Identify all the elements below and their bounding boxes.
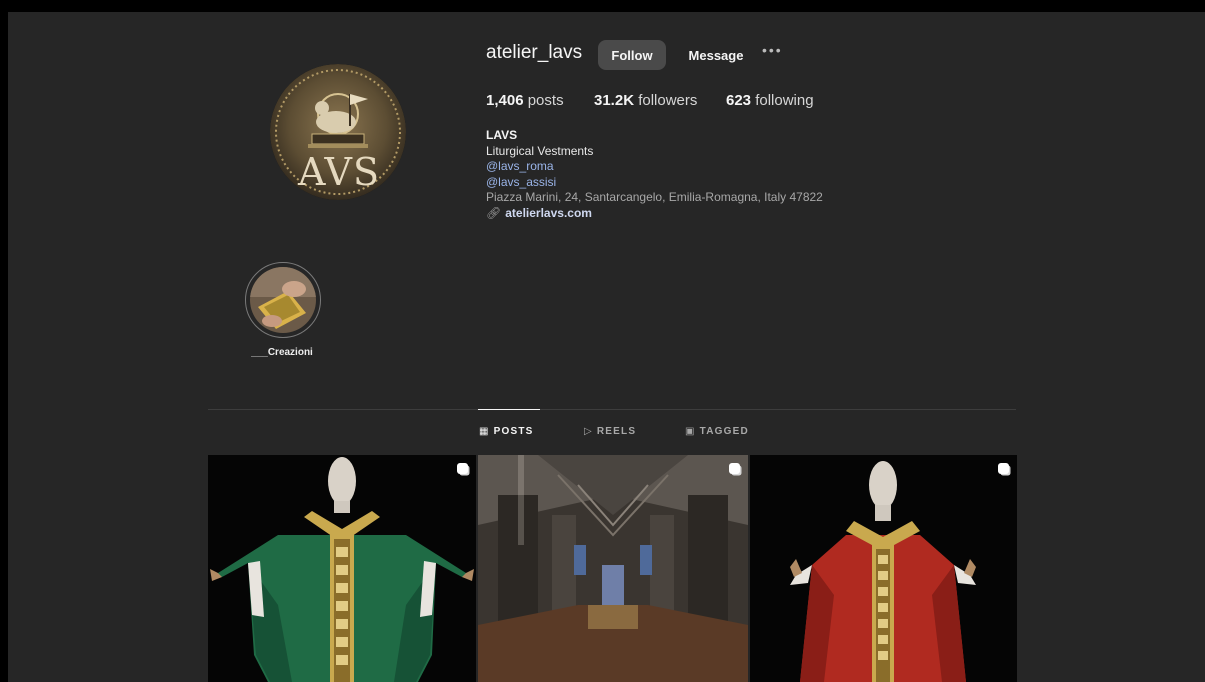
follow-button[interactable]: Follow bbox=[598, 40, 666, 70]
highlight-image bbox=[250, 267, 316, 333]
post-thumbnail[interactable] bbox=[750, 455, 1017, 682]
post-thumbnail[interactable] bbox=[208, 455, 476, 682]
profile-username: atelier_lavs bbox=[486, 42, 583, 63]
multiple-posts-icon bbox=[998, 463, 1009, 474]
tab-posts[interactable]: ▦ POSTS bbox=[479, 426, 534, 437]
following-count: 623 bbox=[726, 92, 752, 109]
posts-label: posts bbox=[527, 92, 564, 109]
grid-icon: ▦ bbox=[479, 426, 490, 437]
tab-reels-label: REELS bbox=[596, 426, 637, 437]
following-label: following bbox=[755, 92, 814, 109]
active-tab-indicator bbox=[478, 409, 540, 410]
bio-link-assisi[interactable]: @lavs_assisi bbox=[486, 175, 823, 191]
website-link[interactable]: atelierlavs.com bbox=[505, 206, 592, 220]
bio-website[interactable]: 🔗︎ atelierlavs.com bbox=[486, 206, 823, 222]
message-button[interactable]: Message bbox=[680, 40, 752, 70]
highlight-label[interactable]: ___Creazioni bbox=[236, 347, 328, 358]
tabs-divider bbox=[208, 409, 1016, 410]
profile-page: AVS atelier_lavs Follow Message ••• 1,40… bbox=[8, 12, 1205, 682]
post-image-green-chasuble bbox=[208, 455, 476, 682]
highlight-creazioni[interactable] bbox=[245, 262, 321, 338]
multiple-posts-icon bbox=[457, 463, 468, 474]
followers-count: 31.2K bbox=[594, 92, 635, 109]
profile-avatar[interactable]: AVS bbox=[270, 64, 406, 200]
highlight-thumbnail bbox=[250, 267, 316, 333]
tab-tagged[interactable]: ▣ TAGGED bbox=[685, 426, 749, 437]
avatar-logo-text: AVS bbox=[298, 150, 381, 194]
tab-reels[interactable]: ▷ REELS bbox=[584, 426, 636, 437]
post-thumbnail[interactable] bbox=[478, 455, 748, 682]
post-image-red-chasuble bbox=[750, 455, 1017, 682]
tagged-icon: ▣ bbox=[685, 426, 696, 437]
bio-address: Piazza Marini, 24, Santarcangelo, Emilia… bbox=[486, 190, 823, 204]
posts-count: 1,406 bbox=[486, 92, 524, 109]
following-stat[interactable]: 623 following bbox=[726, 92, 814, 109]
bio-name: LAVS bbox=[486, 128, 518, 142]
posts-stat: 1,406 posts bbox=[486, 92, 564, 109]
link-icon: 🔗︎ bbox=[486, 205, 502, 220]
tab-tagged-label: TAGGED bbox=[699, 426, 749, 437]
multiple-posts-icon bbox=[729, 463, 740, 474]
profile-bio: LAVS Liturgical Vestments @lavs_roma @la… bbox=[486, 128, 823, 221]
followers-label: followers bbox=[638, 92, 698, 109]
more-options-icon[interactable]: ••• bbox=[762, 42, 783, 58]
bio-category: Liturgical Vestments bbox=[486, 143, 594, 158]
bio-link-roma[interactable]: @lavs_roma bbox=[486, 159, 823, 175]
tab-posts-label: POSTS bbox=[493, 426, 534, 437]
reels-icon: ▷ bbox=[584, 426, 593, 437]
followers-stat[interactable]: 31.2K followers bbox=[594, 92, 697, 109]
post-image-cathedral bbox=[478, 455, 748, 682]
